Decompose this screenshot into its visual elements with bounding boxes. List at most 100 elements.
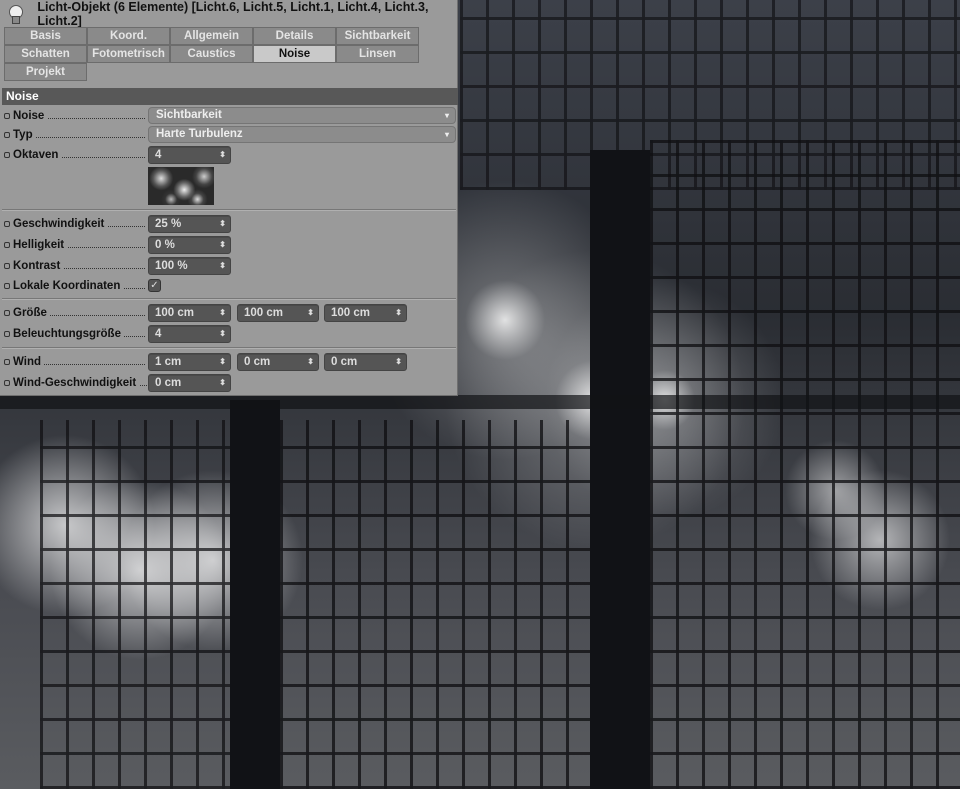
wind-label: Wind	[13, 356, 149, 368]
divider	[2, 347, 456, 349]
groesse-z-input[interactable]: 100 cm ⬍	[324, 304, 407, 322]
tab-fotometrisch[interactable]: Fotometrisch	[87, 45, 170, 63]
wind-z-input[interactable]: 0 cm ⬍	[324, 353, 407, 371]
groesse-label: Größe	[13, 307, 149, 319]
beleuchtungsgroesse-input[interactable]: 4 ⬍	[148, 325, 231, 343]
noise-label: Noise	[13, 110, 149, 122]
lokale-row: Lokale Koordinaten	[4, 277, 454, 295]
label-text: Lokale Koordinaten	[13, 280, 124, 292]
divider	[2, 209, 456, 211]
stepper-arrows-icon[interactable]: ⬍	[219, 375, 226, 391]
field-value: 0 %	[155, 239, 175, 251]
stepper-arrows-icon[interactable]: ⬍	[219, 305, 226, 321]
lokale-koordinaten-checkbox[interactable]: ✓	[148, 279, 161, 292]
field-value: 0 cm	[331, 356, 358, 368]
pillar	[590, 150, 650, 789]
label-text: Größe	[13, 307, 50, 319]
stepper-arrows-icon[interactable]: ⬍	[395, 354, 402, 370]
beam	[0, 395, 960, 409]
animate-toggle[interactable]	[4, 359, 10, 365]
field-value: 100 cm	[155, 307, 195, 319]
typ-label: Typ	[13, 129, 149, 141]
field-value: 4	[155, 328, 162, 340]
field-value: 100 %	[155, 260, 188, 272]
wind-geschwindigkeit-label: Wind-Geschwindigkeit	[13, 377, 153, 389]
oktaven-label: Oktaven	[13, 149, 149, 161]
helligkeit-label: Helligkeit	[13, 239, 149, 251]
kontrast-label: Kontrast	[13, 260, 149, 272]
window-grid-center	[280, 420, 590, 789]
label-text: Noise	[13, 110, 48, 122]
animate-toggle[interactable]	[4, 283, 10, 289]
tab-schatten[interactable]: Schatten	[4, 45, 87, 63]
animate-toggle[interactable]	[4, 310, 10, 316]
tab-allgemein[interactable]: Allgemein	[170, 27, 253, 45]
label-text: Kontrast	[13, 260, 64, 272]
geschwindigkeit-label: Geschwindigkeit	[13, 218, 149, 230]
stepper-arrows-icon[interactable]: ⬍	[219, 354, 226, 370]
tab-koord[interactable]: Koord.	[87, 27, 170, 45]
tab-details[interactable]: Details	[253, 27, 336, 45]
typ-dropdown[interactable]: Harte Turbulenz ▾	[148, 126, 456, 143]
label-text: Beleuchtungsgröße	[13, 328, 124, 340]
field-value: 25 %	[155, 218, 182, 230]
stepper-arrows-icon[interactable]: ⬍	[219, 326, 226, 342]
kontrast-input[interactable]: 100 % ⬍	[148, 257, 231, 275]
tab-sichtbarkeit[interactable]: Sichtbarkeit	[336, 27, 419, 45]
noise-dropdown[interactable]: Sichtbarkeit ▾	[148, 107, 456, 124]
stepper-arrows-icon[interactable]: ⬍	[395, 305, 402, 321]
groesse-x-input[interactable]: 100 cm ⬍	[148, 304, 231, 322]
tab-basis[interactable]: Basis	[4, 27, 87, 45]
section-header: Noise	[2, 88, 458, 105]
animate-toggle[interactable]	[4, 242, 10, 248]
field-value: 0 cm	[244, 356, 271, 368]
label-text: Typ	[13, 129, 36, 141]
stepper-arrows-icon[interactable]: ⬍	[219, 216, 226, 232]
tab-projekt[interactable]: Projekt	[4, 63, 87, 81]
attribute-manager-panel: Licht-Objekt (6 Elemente) [Licht.6, Lich…	[0, 0, 458, 396]
label-text: Helligkeit	[13, 239, 68, 251]
panel-title: Licht-Objekt (6 Elemente) [Licht.6, Lich…	[8, 0, 457, 28]
helligkeit-input[interactable]: 0 % ⬍	[148, 236, 231, 254]
field-value: 1 cm	[155, 356, 182, 368]
wind-geschwindigkeit-input[interactable]: 0 cm ⬍	[148, 374, 231, 392]
animate-toggle[interactable]	[4, 113, 10, 119]
roof-grid	[460, 0, 960, 190]
field-value: 100 cm	[244, 307, 284, 319]
beleuchtung-label: Beleuchtungsgröße	[13, 328, 149, 340]
oktaven-input[interactable]: 4 ⬍	[148, 146, 231, 164]
wind-y-input[interactable]: 0 cm ⬍	[237, 353, 319, 371]
lokale-label: Lokale Koordinaten	[13, 280, 149, 292]
wind-x-input[interactable]: 1 cm ⬍	[148, 353, 231, 371]
tab-caustics[interactable]: Caustics	[170, 45, 253, 63]
animate-toggle[interactable]	[4, 380, 10, 386]
stepper-arrows-icon[interactable]: ⬍	[219, 147, 226, 163]
dropdown-value: Harte Turbulenz	[156, 128, 243, 140]
stepper-arrows-icon[interactable]: ⬍	[219, 237, 226, 253]
chevron-down-icon: ▾	[444, 111, 449, 120]
chevron-down-icon: ▾	[444, 130, 449, 139]
window-grid-right	[650, 140, 960, 789]
label-text: Wind-Geschwindigkeit	[13, 377, 140, 389]
animate-toggle[interactable]	[4, 132, 10, 138]
pillar	[230, 400, 280, 789]
tab-noise[interactable]: Noise	[253, 45, 336, 63]
tab-linsen[interactable]: Linsen	[336, 45, 419, 63]
stepper-arrows-icon[interactable]: ⬍	[307, 354, 314, 370]
divider	[2, 298, 456, 300]
field-value: 4	[155, 149, 162, 161]
stepper-arrows-icon[interactable]: ⬍	[219, 258, 226, 274]
light-bulb-icon	[8, 5, 24, 24]
animate-toggle[interactable]	[4, 152, 10, 158]
field-value: 100 cm	[331, 307, 371, 319]
label-text: Geschwindigkeit	[13, 218, 108, 230]
animate-toggle[interactable]	[4, 221, 10, 227]
stepper-arrows-icon[interactable]: ⬍	[307, 305, 314, 321]
geschwindigkeit-input[interactable]: 25 % ⬍	[148, 215, 231, 233]
dropdown-value: Sichtbarkeit	[156, 109, 222, 121]
label-text: Wind	[13, 356, 44, 368]
panel-title-text: Licht-Objekt (6 Elemente) [Licht.6, Lich…	[37, 0, 429, 28]
animate-toggle[interactable]	[4, 331, 10, 337]
animate-toggle[interactable]	[4, 263, 10, 269]
groesse-y-input[interactable]: 100 cm ⬍	[237, 304, 319, 322]
